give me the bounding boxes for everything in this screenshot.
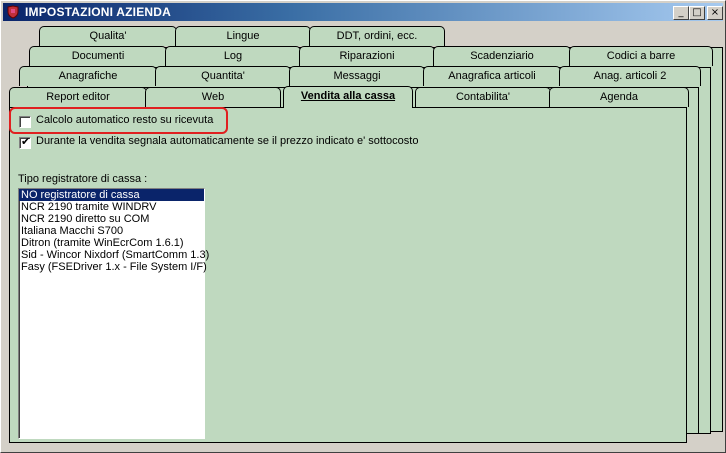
list-item[interactable]: Sid - Wincor Nixdorf (SmartComm 1.3) — [19, 249, 209, 261]
list-item[interactable]: NCR 2190 diretto su COM — [19, 213, 204, 225]
tab-lingue[interactable]: Lingue — [175, 26, 311, 46]
tab-web[interactable]: Web — [145, 87, 281, 107]
tab-qualita[interactable]: Qualita' — [39, 26, 177, 46]
tab-anagrafiche[interactable]: Anagrafiche — [19, 66, 157, 86]
tab-agenda[interactable]: Agenda — [549, 87, 689, 107]
list-item[interactable]: Ditron (tramite WinEcrCom 1.6.1) — [19, 237, 204, 249]
tab-codici-a-barre[interactable]: Codici a barre — [569, 46, 713, 66]
tab-anagrafica-articoli[interactable]: Anagrafica articoli — [423, 66, 561, 86]
list-item[interactable]: Fasy (FSEDriver 1.x - File System I/F) — [19, 261, 207, 273]
list-item[interactable]: NO registratore di cassa — [19, 189, 204, 201]
undercost-warning-checkbox[interactable]: ✔ — [19, 135, 31, 149]
tab-log[interactable]: Log — [165, 46, 301, 66]
checkmark-icon: ✔ — [21, 135, 31, 148]
register-type-label: Tipo registratore di cassa : — [18, 173, 148, 185]
tab-contabilita[interactable]: Contabilita' — [415, 87, 551, 107]
tab-quantita[interactable]: Quantita' — [155, 66, 291, 86]
tab-documenti[interactable]: Documenti — [29, 46, 167, 66]
list-item[interactable]: NCR 2190 tramite WINDRV — [19, 201, 204, 213]
window-title: IMPOSTAZIONI AZIENDA — [25, 5, 171, 19]
list-item[interactable]: Italiana Macchi S700 — [19, 225, 204, 237]
highlight-box — [9, 107, 228, 134]
tab-riparazioni[interactable]: Riparazioni — [299, 46, 435, 66]
settings-window: IMPOSTAZIONI AZIENDA _ □ × Qualita' Ling… — [0, 0, 726, 453]
tab-scadenziario[interactable]: Scadenziario — [433, 46, 571, 66]
register-type-listbox[interactable]: NO registratore di cassa NCR 2190 tramit… — [18, 188, 209, 439]
shield-icon — [7, 5, 19, 19]
tab-messaggi[interactable]: Messaggi — [289, 66, 425, 86]
tab-vendita-alla-cassa[interactable]: Vendita alla cassa — [283, 86, 413, 108]
tab-ddt-ordini[interactable]: DDT, ordini, ecc. — [309, 26, 445, 46]
tab-anag-articoli-2[interactable]: Anag. articoli 2 — [559, 66, 701, 86]
title-bar[interactable]: IMPOSTAZIONI AZIENDA _ □ × — [3, 3, 723, 21]
minimize-button[interactable]: _ — [673, 6, 689, 20]
undercost-warning-label: Durante la vendita segnala automaticamen… — [36, 135, 419, 147]
close-button[interactable]: × — [707, 6, 723, 20]
tab-report-editor[interactable]: Report editor — [9, 87, 147, 107]
maximize-button[interactable]: □ — [689, 6, 705, 20]
